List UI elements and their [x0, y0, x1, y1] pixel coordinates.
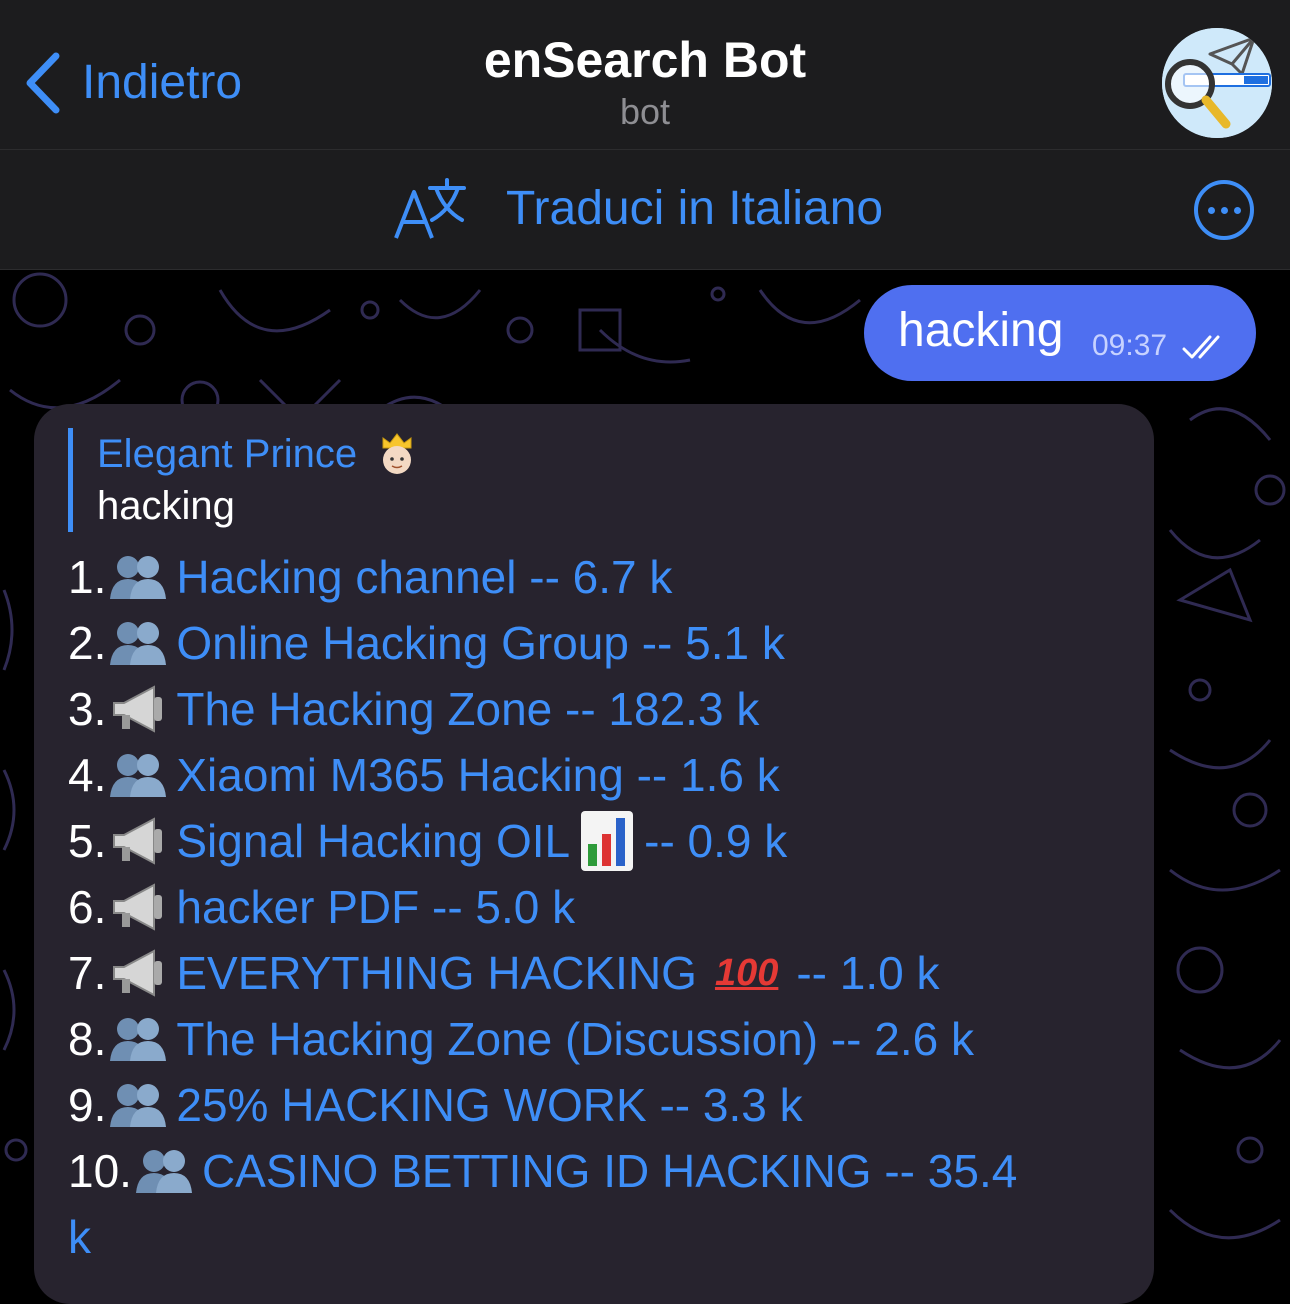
result-item[interactable]: 10. CASINO BETTING ID HACKING -- 35.4	[68, 1138, 1148, 1204]
results-list: 1. Hacking channel -- 6.7 k 2. Online Ha…	[68, 544, 1148, 1270]
reply-quote[interactable]: Elegant Prince hacking	[68, 428, 417, 532]
translate-button[interactable]: Traduci in Italiano	[392, 176, 883, 240]
megaphone-icon	[113, 883, 163, 931]
ensearch-logo-icon[interactable]	[1162, 28, 1272, 138]
result-link[interactable]: hacker PDF -- 5.0 k	[176, 880, 575, 934]
result-item[interactable]: 1. Hacking channel -- 6.7 k	[68, 544, 1148, 610]
result-item[interactable]: 7. EVERYTHING HACKING 100 -- 1.0 k	[68, 940, 1148, 1006]
group-icon	[135, 1150, 192, 1193]
reply-text: hacking	[97, 484, 235, 528]
group-icon	[110, 556, 167, 599]
megaphone-icon	[113, 817, 163, 865]
result-number: 8.	[68, 1013, 107, 1065]
megaphone-icon	[113, 685, 163, 733]
translate-label: Traduci in Italiano	[506, 181, 884, 235]
result-number: 5.	[68, 815, 107, 867]
chat-title-block[interactable]: enSearch Bot bot	[0, 30, 1290, 134]
reply-sender: Elegant Prince	[97, 428, 417, 480]
group-icon	[110, 1018, 167, 1061]
result-number: 4.	[68, 749, 107, 801]
translate-bar: Traduci in Italiano	[0, 150, 1290, 270]
result-number: 10.	[68, 1145, 132, 1197]
chat-subtitle: bot	[619, 91, 671, 132]
result-item[interactable]: 3. The Hacking Zone -- 182.3 k	[68, 676, 1148, 742]
result-number: 7.	[68, 947, 107, 999]
result-link-suffix[interactable]: -- 0.9 k	[644, 814, 787, 868]
result-number: 6.	[68, 881, 107, 933]
result-number: 3.	[68, 683, 107, 735]
outgoing-message-time: 09:37	[1092, 329, 1168, 362]
result-link[interactable]: The Hacking Zone (Discussion) -- 2.6 k	[176, 1012, 974, 1066]
result-link[interactable]: Signal Hacking OIL	[176, 814, 570, 868]
result-item[interactable]: 6. hacker PDF -- 5.0 k	[68, 874, 1148, 940]
hundred-points-emoji-icon: 100	[714, 951, 779, 994]
megaphone-icon	[113, 949, 163, 997]
more-options-icon[interactable]	[1194, 180, 1254, 240]
outgoing-message[interactable]: hacking 09:37	[864, 285, 1256, 381]
result-link-suffix[interactable]: -- 1.0 k	[796, 946, 939, 1000]
incoming-message[interactable]: Elegant Prince hacking 1. Hacking channe…	[34, 404, 1154, 1304]
double-check-icon	[1182, 335, 1220, 359]
group-icon	[110, 1084, 167, 1127]
result-link-continuation[interactable]: k	[68, 1204, 1148, 1270]
bar-chart-emoji-icon	[581, 811, 634, 871]
result-item[interactable]: 4. Xiaomi M365 Hacking -- 1.6 k	[68, 742, 1148, 808]
group-icon	[110, 622, 167, 665]
result-link[interactable]: The Hacking Zone -- 182.3 k	[176, 682, 759, 736]
result-link[interactable]: Online Hacking Group -- 5.1 k	[176, 616, 785, 670]
result-item[interactable]: 2. Online Hacking Group -- 5.1 k	[68, 610, 1148, 676]
result-item[interactable]: 9. 25% HACKING WORK -- 3.3 k	[68, 1072, 1148, 1138]
result-number: 2.	[68, 617, 107, 669]
chat-header: Indietro enSearch Bot bot	[0, 0, 1290, 150]
group-icon	[110, 754, 167, 797]
result-link[interactable]: 25% HACKING WORK -- 3.3 k	[176, 1078, 802, 1132]
outgoing-message-text: hacking	[898, 304, 1064, 357]
translate-icon	[394, 178, 466, 239]
result-item[interactable]: 8. The Hacking Zone (Discussion) -- 2.6 …	[68, 1006, 1148, 1072]
result-number: 1.	[68, 551, 107, 603]
result-link[interactable]: Xiaomi M365 Hacking -- 1.6 k	[176, 748, 779, 802]
reply-sender-name: Elegant Prince	[97, 432, 358, 476]
result-number: 9.	[68, 1079, 107, 1131]
result-item[interactable]: 5. Signal Hacking OIL -- 0.9 k	[68, 808, 1148, 874]
chat-title: enSearch Bot	[483, 32, 807, 88]
prince-emoji-icon	[382, 433, 412, 474]
result-link[interactable]: Hacking channel -- 6.7 k	[176, 550, 672, 604]
result-link[interactable]: CASINO BETTING ID HACKING -- 35.4	[202, 1144, 1017, 1198]
result-link[interactable]: EVERYTHING HACKING	[176, 946, 697, 1000]
